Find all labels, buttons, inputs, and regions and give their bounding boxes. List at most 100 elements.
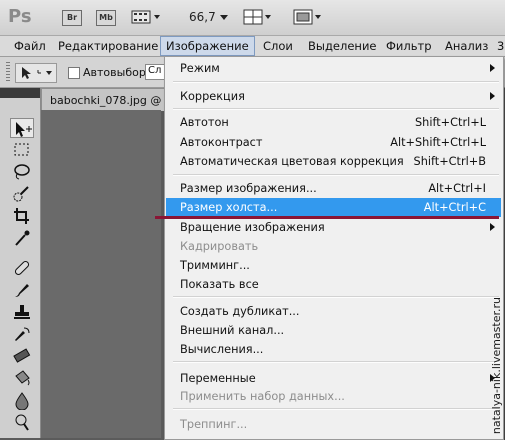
marquee-tool[interactable] <box>10 140 34 160</box>
menu-separator <box>173 408 499 410</box>
menu-item-trap: Треппинг... <box>166 415 501 434</box>
mini-bridge-button[interactable]: Mb <box>96 10 116 26</box>
eraser-icon <box>13 348 31 363</box>
menu-item-shortcut: Shift+Ctrl+B <box>413 155 486 168</box>
document-tab[interactable]: babochki_078.jpg @ 6 <box>41 88 183 111</box>
menu-separator <box>173 296 499 298</box>
menu-file[interactable]: Файл <box>14 39 46 53</box>
menu-item-canvas-size[interactable]: Размер холста... Alt+Ctrl+C <box>166 198 501 217</box>
menu-select[interactable]: Выделение <box>308 39 377 53</box>
menu-item-label: Кадрировать <box>180 240 259 253</box>
tools-panel <box>0 88 41 438</box>
menu-item-label: Внешний канал... <box>180 324 285 337</box>
menu-separator <box>173 81 499 83</box>
menu-item-shortcut: Alt+Shift+Ctrl+L <box>390 136 486 149</box>
view-extras-button[interactable] <box>131 9 160 25</box>
screen-mode-button[interactable] <box>293 9 321 25</box>
crop-tool[interactable] <box>10 206 34 226</box>
lasso-icon <box>14 164 30 180</box>
clone-stamp-tool[interactable] <box>10 302 34 322</box>
brush-icon <box>15 284 29 297</box>
menu-item-apply-data-set: Применить набор данных... <box>166 387 501 406</box>
document-tab-title: babochki_078.jpg @ 6 <box>50 94 172 107</box>
menu-layers[interactable]: Слои <box>263 39 293 53</box>
menu-item-label: Автотон <box>180 116 229 129</box>
zoom-value: 66,7 <box>189 10 216 24</box>
lasso-tool[interactable] <box>10 162 34 182</box>
autoselect-checkbox[interactable] <box>68 67 80 79</box>
menu-item-label: Размер холста... <box>180 201 278 214</box>
menu-analysis[interactable]: Анализ <box>445 39 488 53</box>
move-tool[interactable] <box>10 118 34 138</box>
menu-item-calculations[interactable]: Вычисления... <box>166 340 501 359</box>
tool-preset-picker[interactable] <box>15 63 57 83</box>
menu-item-duplicate[interactable]: Создать дубликат... <box>166 302 501 321</box>
menu-separator <box>173 174 499 176</box>
eyedropper-icon <box>15 230 30 246</box>
history-brush-tool[interactable] <box>10 324 34 344</box>
quick-selection-tool[interactable] <box>10 184 34 204</box>
zoom-level-dropdown[interactable]: 66,7 <box>189 10 228 24</box>
menu-bar: Файл Редактирование Изображение Слои Выд… <box>0 36 505 57</box>
document-canvas[interactable] <box>41 110 161 438</box>
film-strip-icon <box>131 10 160 24</box>
dodge-tool[interactable] <box>10 412 34 432</box>
menu-item-label: Применить набор данных... <box>180 390 345 403</box>
menu-item-adjustments[interactable]: Коррекция <box>166 87 501 106</box>
menu-item-label: Показать все <box>180 278 259 291</box>
submenu-arrow-icon <box>490 64 495 72</box>
healing-brush-tool[interactable] <box>10 258 34 278</box>
menu-image[interactable]: Изображение <box>160 36 255 56</box>
eyedropper-tool[interactable] <box>10 228 34 248</box>
menu-item-apply-image[interactable]: Внешний канал... <box>166 321 501 340</box>
bandage-icon <box>14 260 30 276</box>
submenu-arrow-icon <box>490 92 495 100</box>
options-grip[interactable] <box>6 62 10 82</box>
menu-item-crop: Кадрировать <box>166 237 501 256</box>
autoselect-option[interactable]: Автовыбор: <box>68 66 150 79</box>
watermark: natalya-nik.livemaster.ru <box>490 296 503 434</box>
menu-item-shortcut: Alt+Ctrl+C <box>423 201 486 214</box>
menu-item-auto-tone[interactable]: Автотон Shift+Ctrl+L <box>166 113 501 132</box>
menu-edit[interactable]: Редактирование <box>58 39 158 53</box>
menu-item-label: Вращение изображения <box>180 221 325 234</box>
menu-item-shortcut: Shift+Ctrl+L <box>414 116 486 129</box>
submenu-arrow-icon <box>490 223 495 231</box>
menu-item-auto-color[interactable]: Автоматическая цветовая коррекция Shift+… <box>166 152 501 171</box>
menu-item-shortcut: Alt+Ctrl+I <box>428 182 486 195</box>
arrange-grid-icon <box>243 9 271 25</box>
eraser-tool[interactable] <box>10 346 34 366</box>
screen-mode-icon <box>293 9 321 25</box>
arrange-documents-button[interactable] <box>243 9 271 25</box>
menu-item-image-rotation[interactable]: Вращение изображения <box>166 218 501 237</box>
menu-item-label: Треппинг... <box>180 418 248 431</box>
paint-bucket-tool[interactable] <box>10 368 34 388</box>
menu-item-trim[interactable]: Тримминг... <box>166 256 501 275</box>
menu-item-label: Коррекция <box>180 90 245 103</box>
water-drop-icon <box>15 392 29 411</box>
stamp-icon <box>14 305 30 319</box>
menu-item-label: Размер изображения... <box>180 182 317 195</box>
photoshop-logo: Ps <box>8 6 32 27</box>
application-bar: Ps Br Mb 66,7 <box>0 0 505 36</box>
crop-icon <box>14 208 29 224</box>
history-brush-icon <box>15 327 30 341</box>
brush-tool[interactable] <box>10 280 34 300</box>
bridge-button[interactable]: Br <box>62 10 82 26</box>
menu-item-label: Автоматическая цветовая коррекция <box>180 155 404 168</box>
menu-overflow[interactable]: 3 <box>497 39 504 53</box>
quick-selection-icon <box>13 186 29 202</box>
move-tool-icon <box>22 67 52 79</box>
menu-item-auto-contrast[interactable]: Автоконтраст Alt+Shift+Ctrl+L <box>166 133 501 152</box>
menu-item-variables[interactable]: Переменные <box>166 369 501 388</box>
tools-panel-header[interactable] <box>0 88 40 98</box>
menu-item-label: Режим <box>180 62 220 75</box>
marquee-icon <box>14 143 29 156</box>
menu-item-reveal-all[interactable]: Показать все <box>166 275 501 294</box>
menu-item-mode[interactable]: Режим <box>166 59 501 78</box>
blur-tool[interactable] <box>10 390 34 411</box>
menu-item-label: Создать дубликат... <box>180 305 300 318</box>
menu-item-image-size[interactable]: Размер изображения... Alt+Ctrl+I <box>166 179 501 198</box>
menu-filter[interactable]: Фильтр <box>386 39 432 53</box>
menu-item-label: Вычисления... <box>180 343 264 356</box>
